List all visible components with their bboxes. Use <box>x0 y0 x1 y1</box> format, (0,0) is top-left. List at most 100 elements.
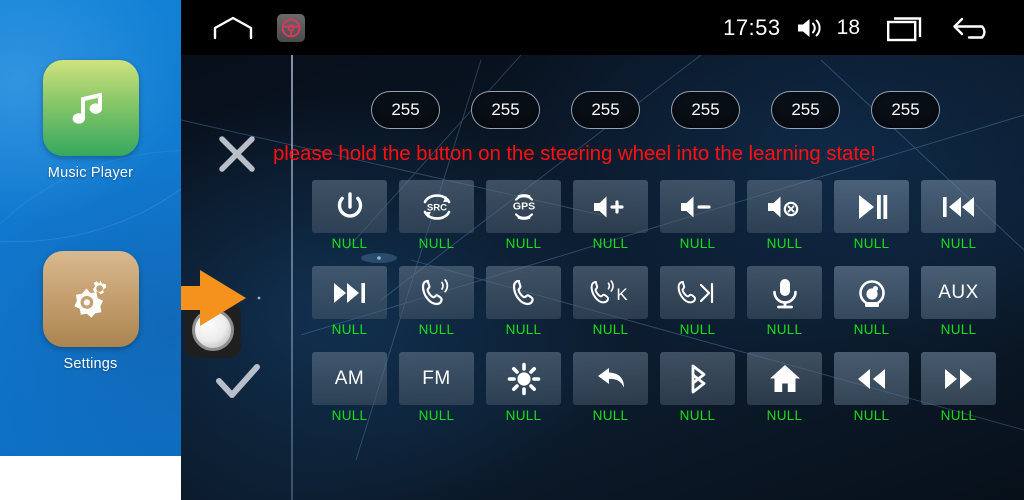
function-key-assignment: NULL <box>418 408 455 423</box>
value-pill[interactable]: 255 <box>871 91 940 129</box>
function-key-assignment: NULL <box>592 408 629 423</box>
value-pill[interactable]: 255 <box>571 91 640 129</box>
sidebar-app-settings[interactable]: Settings <box>0 251 181 372</box>
function-key-cell: AM NULL <box>312 352 387 423</box>
answer-call-k-key[interactable]: K <box>573 266 648 319</box>
function-key-assignment: NULL <box>418 236 455 251</box>
function-key-cell: SRC NULL <box>399 180 474 251</box>
src-key[interactable]: SRC <box>399 180 474 233</box>
function-key-assignment: NULL <box>853 322 890 337</box>
gps-key[interactable]: GPS <box>486 180 561 233</box>
function-key-assignment: NULL <box>853 408 890 423</box>
function-key-cell: NULL <box>660 180 735 251</box>
next-track-key[interactable] <box>312 266 387 319</box>
function-key-cell: NULL <box>834 352 909 423</box>
fast-forward-key[interactable] <box>921 352 996 405</box>
play-pause-icon <box>854 190 890 224</box>
volume-up-icon <box>592 190 630 224</box>
power-icon <box>333 190 367 224</box>
previous-track-key[interactable] <box>921 180 996 233</box>
next-track-icon <box>332 276 368 310</box>
bluetooth-icon <box>681 362 715 396</box>
home-outline-icon[interactable] <box>211 14 255 42</box>
gears-icon <box>42 251 139 347</box>
svg-text:K: K <box>616 285 628 304</box>
volume-down-icon <box>679 190 717 224</box>
function-key-cell: NULL <box>312 180 387 251</box>
function-key-cell: FM NULL <box>399 352 474 423</box>
function-key-assignment: NULL <box>940 322 977 337</box>
svg-text:GPS: GPS <box>512 200 534 212</box>
function-key-label: AUX <box>938 281 979 303</box>
function-key-assignment: NULL <box>766 236 803 251</box>
function-key-cell: NULL <box>573 352 648 423</box>
microphone-key[interactable] <box>747 266 822 319</box>
volume-level: 18 <box>836 15 860 39</box>
camera-key[interactable] <box>834 266 909 319</box>
volume-down-key[interactable] <box>660 180 735 233</box>
warning-message: please hold the button on the steering w… <box>273 142 876 165</box>
confirm-button[interactable] <box>215 362 261 402</box>
value-pill[interactable]: 255 <box>371 91 440 129</box>
volume-mute-key[interactable] <box>747 180 822 233</box>
function-key-cell: AUX NULL <box>921 266 996 337</box>
function-key-cell: NULL <box>399 266 474 337</box>
value-pill[interactable]: 255 <box>771 91 840 129</box>
sidebar-app-label: Settings <box>63 356 118 372</box>
panel-divider <box>291 55 293 500</box>
sidebar-app-music-player[interactable]: Music Player <box>0 60 181 181</box>
am-key[interactable]: AM <box>312 352 387 405</box>
camera-icon <box>855 276 889 310</box>
function-key-assignment: NULL <box>592 236 629 251</box>
power-key[interactable] <box>312 180 387 233</box>
volume-up-key[interactable] <box>573 180 648 233</box>
function-key-cell: GPS NULL <box>486 180 561 251</box>
function-key-assignment: NULL <box>505 408 542 423</box>
steering-wheel-icon[interactable] <box>277 13 305 42</box>
bluetooth-key[interactable] <box>660 352 735 405</box>
steering-wheel-learning-screen: Music Player Settings 17:53 18 255 255 2… <box>0 0 1024 500</box>
hangup-next-key[interactable] <box>660 266 735 319</box>
sidebar-app-label: Music Player <box>47 165 134 181</box>
function-key-cell: NULL <box>660 352 735 423</box>
rotary-knob[interactable] <box>185 302 241 358</box>
function-key-cell: NULL <box>486 352 561 423</box>
function-key-cell: NULL <box>921 352 996 423</box>
fm-key[interactable]: FM <box>399 352 474 405</box>
aux-key[interactable]: AUX <box>921 266 996 319</box>
back-curve-key[interactable] <box>573 352 648 405</box>
home-key[interactable] <box>747 352 822 405</box>
function-key-assignment: NULL <box>331 322 368 337</box>
function-key-assignment: NULL <box>418 322 455 337</box>
rotary-knob-icon[interactable] <box>185 302 241 358</box>
recent-apps-icon[interactable] <box>886 13 926 43</box>
function-key-assignment: NULL <box>679 236 716 251</box>
volume-mute-icon <box>766 190 804 224</box>
play-pause-key[interactable] <box>834 180 909 233</box>
home-icon <box>768 362 802 396</box>
function-key-cell: NULL <box>747 266 822 337</box>
function-key-assignment: NULL <box>679 322 716 337</box>
hangup-call-key[interactable] <box>486 266 561 319</box>
brightness-key[interactable] <box>486 352 561 405</box>
value-pill-row: 255 255 255 255 255 255 <box>371 91 940 129</box>
rewind-key[interactable] <box>834 352 909 405</box>
rewind-icon <box>854 362 890 396</box>
cancel-button[interactable] <box>215 132 259 176</box>
function-key-cell: NULL <box>660 266 735 337</box>
function-key-cell: NULL <box>834 180 909 251</box>
hangup-next-icon <box>676 276 720 310</box>
function-key-cell: NULL <box>834 266 909 337</box>
function-key-assignment: NULL <box>853 236 890 251</box>
back-curve-icon <box>594 362 628 396</box>
answer-call-icon <box>419 276 455 310</box>
value-pill[interactable]: 255 <box>671 91 740 129</box>
svg-text:SRC: SRC <box>426 202 446 213</box>
volume-icon[interactable] <box>795 15 827 41</box>
gps-icon: GPS <box>507 190 541 224</box>
back-arrow-icon[interactable] <box>952 13 996 43</box>
function-key-assignment: NULL <box>505 236 542 251</box>
status-bar: 17:53 18 <box>181 0 1024 55</box>
value-pill[interactable]: 255 <box>471 91 540 129</box>
answer-call-key[interactable] <box>399 266 474 319</box>
